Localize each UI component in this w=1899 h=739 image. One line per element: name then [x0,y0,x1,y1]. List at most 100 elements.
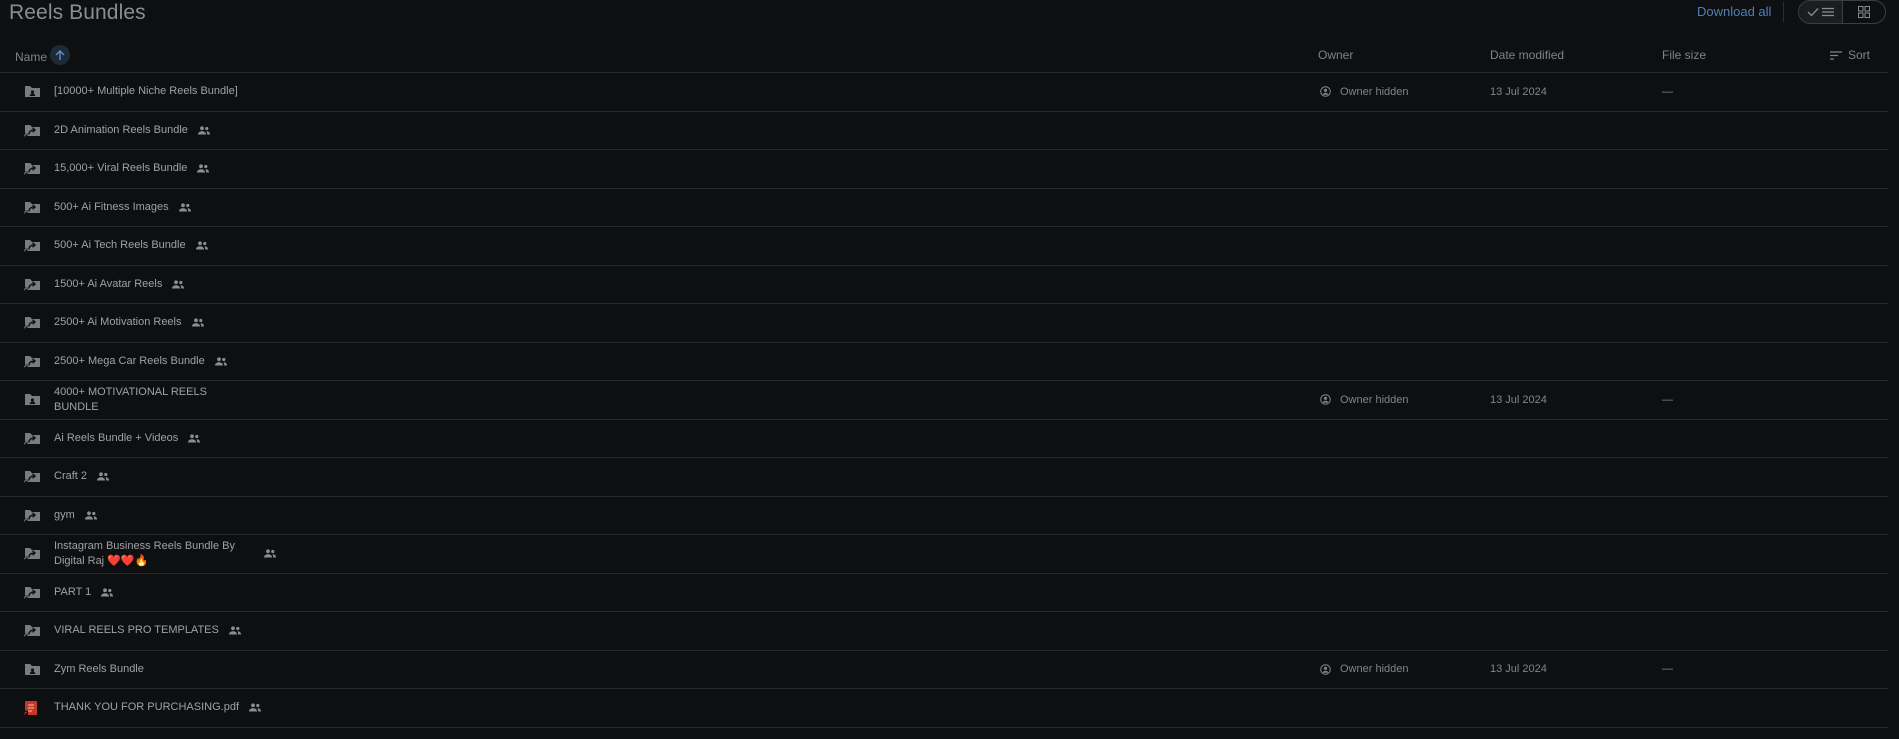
name-column-header[interactable]: Name [15,45,71,65]
folder-shortcut-icon [24,124,42,138]
file-name[interactable]: 500+ Ai Fitness Images [54,200,169,215]
folder-shortcut-icon [24,316,42,330]
file-name[interactable]: 500+ Ai Tech Reels Bundle [54,238,186,253]
file-name-cell: 15,000+ Viral Reels Bundle [54,150,210,188]
file-row[interactable]: 15,000+ Viral Reels Bundle [0,150,1888,189]
date-modified-column-header: Date modified [1490,48,1565,62]
file-list: [10000+ Multiple Niche Reels Bundle] Owne… [0,72,1888,728]
owner-column-header: Owner [1318,48,1354,62]
file-name[interactable]: Ai Reels Bundle + Videos [54,431,178,446]
file-row[interactable]: 2500+ Ai Motivation Reels [0,304,1888,343]
file-name[interactable]: 4000+ MOTIVATIONAL REELS BUNDLE [54,385,254,415]
check-icon [1807,8,1819,17]
toolbar-divider [1783,2,1784,22]
folder-icon [24,85,42,99]
shared-users-icon [264,549,276,558]
shared-users-icon [97,472,110,481]
file-name[interactable]: 1500+ Ai Avatar Reels [54,277,162,292]
file-row[interactable]: 1500+ Ai Avatar Reels [0,266,1888,304]
account-circle-icon [1320,663,1331,675]
shared-users-icon [214,357,227,366]
file-name-cell: gym [54,497,97,535]
shared-users-icon [228,626,241,635]
file-row[interactable]: gym [0,497,1888,535]
file-size-cell: — [1662,85,1673,98]
folder-shortcut-icon [24,586,42,600]
file-row[interactable]: 500+ Ai Tech Reels Bundle [0,227,1888,266]
file-name[interactable]: Zym Reels Bundle [54,662,144,677]
view-toggle[interactable] [1798,0,1886,24]
file-name-cell: Zym Reels Bundle [54,651,144,689]
date-modified-cell: 13 Jul 2024 [1490,663,1547,676]
folder-icon [24,663,42,677]
file-size-cell: — [1662,393,1673,406]
file-row[interactable]: 500+ Ai Fitness Images [0,189,1888,227]
file-row[interactable]: 2500+ Mega Car Reels Bundle [0,343,1888,381]
file-row[interactable]: Zym Reels Bundle Owner hidden 13 Jul 2024 — [0,651,1888,689]
date-modified-cell: 13 Jul 2024 [1490,85,1547,98]
file-name-cell: 4000+ MOTIVATIONAL REELS BUNDLE [54,381,254,419]
file-name[interactable]: THANK YOU FOR PURCHASING.pdf [54,700,239,715]
file-name[interactable]: 2500+ Mega Car Reels Bundle [54,354,205,369]
file-row[interactable]: PART 1 [0,574,1888,612]
sort-label: Sort [1848,48,1871,62]
shared-users-icon [101,588,114,597]
shared-users-icon [172,280,185,289]
grid-icon [1857,6,1870,18]
file-row[interactable]: 4000+ MOTIVATIONAL REELS BUNDLE Owner hid… [0,381,1888,420]
owner-text: Owner hidden [1340,393,1409,406]
folder-icon [24,393,42,407]
account-circle-icon [1320,394,1331,406]
owner-cell: Owner hidden [1320,73,1409,111]
file-row[interactable]: [10000+ Multiple Niche Reels Bundle] Owne… [0,73,1888,112]
folder-shortcut-icon [24,432,42,446]
shared-users-icon [195,241,208,250]
shared-users-icon [84,511,97,520]
sort-button[interactable]: Sort [1830,48,1870,62]
file-row[interactable]: Ai Reels Bundle + Videos [0,420,1888,458]
date-modified-cell: 13 Jul 2024 [1490,393,1547,406]
page-title: Reels Bundles [9,1,146,24]
file-name-cell: 500+ Ai Fitness Images [54,189,191,227]
file-name[interactable]: 15,000+ Viral Reels Bundle [54,161,187,176]
file-name[interactable]: VIRAL REELS PRO TEMPLATES [54,623,219,638]
folder-shortcut-icon [24,547,42,561]
file-row[interactable]: THANK YOU FOR PURCHASING.pdf [0,689,1888,728]
folder-shortcut-icon [24,162,42,176]
owner-cell: Owner hidden [1320,381,1409,419]
file-name-cell: 1500+ Ai Avatar Reels [54,266,185,304]
file-name[interactable]: PART 1 [54,585,91,600]
file-name[interactable]: gym [54,508,75,523]
list-view-button[interactable] [1799,1,1843,23]
shared-users-icon [178,203,191,212]
sort-icon [1830,50,1842,60]
owner-text: Owner hidden [1340,663,1409,676]
file-size-column-header: File size [1662,48,1707,62]
file-name-cell: Craft 2 [54,458,110,496]
sort-ascending-icon[interactable] [50,45,71,65]
owner-cell: Owner hidden [1320,651,1409,689]
file-name[interactable]: 2500+ Ai Motivation Reels [54,315,182,330]
file-name[interactable]: Craft 2 [54,469,87,484]
file-name-cell: 500+ Ai Tech Reels Bundle [54,227,208,265]
download-all-button[interactable]: Download all [1697,4,1771,19]
file-name[interactable]: Instagram Business Reels Bundle By Digit… [54,539,254,569]
file-name[interactable]: [10000+ Multiple Niche Reels Bundle] [54,84,238,99]
file-row[interactable]: VIRAL REELS PRO TEMPLATES [0,612,1888,651]
file-size-cell: — [1662,663,1673,676]
file-name-cell: 2D Animation Reels Bundle [54,112,210,150]
account-circle-icon [1320,86,1331,98]
folder-shortcut-icon [24,278,42,292]
file-name[interactable]: 2D Animation Reels Bundle [54,123,188,138]
folder-shortcut-icon [24,239,42,253]
file-row[interactable]: Instagram Business Reels Bundle By Digit… [0,535,1888,574]
file-row[interactable]: Craft 2 [0,458,1888,497]
file-name-cell: PART 1 [54,574,114,612]
file-row[interactable]: 2D Animation Reels Bundle [0,112,1888,150]
table-header: Name Owner Date modified File size Sort [0,40,1888,72]
file-name-cell: 2500+ Mega Car Reels Bundle [54,343,227,381]
pdf-shortcut-icon [24,701,42,715]
folder-shortcut-icon [24,201,42,215]
file-name-cell: THANK YOU FOR PURCHASING.pdf [54,689,261,727]
grid-view-button[interactable] [1843,1,1886,23]
